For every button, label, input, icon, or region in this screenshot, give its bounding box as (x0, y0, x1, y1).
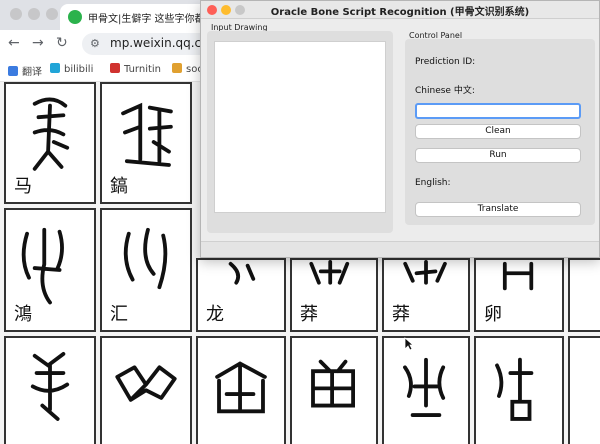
chinese-label: Chinese 中文: (415, 86, 475, 96)
oracle-glyph-image (115, 365, 177, 402)
mouse-pointer-icon (404, 337, 414, 351)
glyph-cell (474, 336, 564, 444)
glyph-cell (100, 336, 192, 444)
turnitin-icon (110, 63, 120, 73)
glyph-cell: 鴻 (4, 208, 96, 332)
glyph-cell: 莽 (290, 258, 378, 332)
oracle-glyph-image (311, 359, 356, 408)
translate-icon (8, 66, 18, 76)
glyph-cell (196, 336, 286, 444)
browser-tab[interactable]: 甲骨文|生僻字 这些字你都认识 (60, 4, 225, 30)
oracle-glyph-image (215, 361, 267, 414)
translate-button[interactable]: Translate (415, 202, 581, 217)
browser-zoom-light[interactable] (46, 8, 58, 20)
run-button[interactable]: Run (415, 148, 581, 163)
bookmark-label: 翻译 (22, 67, 42, 78)
glyph-cell (290, 336, 378, 444)
app-status-bar (201, 241, 599, 257)
wechat-icon (68, 10, 82, 24)
oracle-glyph-image (495, 357, 534, 421)
reload-icon[interactable]: ↻ (56, 35, 68, 51)
glyph-caption: 卵 (484, 304, 502, 325)
prediction-id-label: Prediction ID: (415, 57, 476, 67)
site-settings-icon[interactable]: ⚙ (90, 37, 100, 50)
glyph-caption: 龙 (206, 304, 224, 325)
control-panel-group: Prediction ID: Chinese 中文: Clean Run Eng… (405, 39, 595, 225)
browser-minimize-light[interactable] (28, 8, 40, 20)
app-title: Oracle Bone Script Recognition (甲骨文识别系统) (270, 7, 530, 18)
bookmark-label: bilibili (64, 64, 94, 75)
oracle-glyph-image (403, 357, 446, 418)
chinese-input[interactable] (415, 103, 581, 119)
glyph-cell: 龙 (196, 258, 286, 332)
glyph-caption: 汇 (110, 304, 128, 325)
socrative-icon (172, 63, 182, 73)
english-label: English: (415, 178, 451, 188)
browser-close-light[interactable] (10, 8, 22, 20)
glyph-cell: 卵 (474, 258, 564, 332)
oracle-glyph-image (30, 352, 70, 421)
glyph-cell (4, 336, 96, 444)
glyph-cell (568, 258, 600, 332)
bookmark-turnitin[interactable]: Turnitin (110, 63, 161, 75)
back-arrow-icon[interactable]: ← (8, 35, 20, 51)
clean-button[interactable]: Clean (415, 124, 581, 139)
glyph-cell: 鎬 (100, 82, 192, 204)
glyph-caption: 莽 (392, 304, 410, 325)
glyph-cell (568, 336, 600, 444)
glyph-caption: 鎬 (110, 176, 128, 197)
bookmark-bilibili[interactable]: bilibili (50, 63, 93, 75)
glyph-cell: 汇 (100, 208, 192, 332)
glyph-caption: 马 (14, 176, 32, 197)
ocr-app-window: Oracle Bone Script Recognition (甲骨文识别系统)… (200, 0, 600, 258)
app-titlebar[interactable]: Oracle Bone Script Recognition (甲骨文识别系统) (201, 1, 599, 19)
glyph-cell (382, 336, 470, 444)
glyph-cell: 马 (4, 82, 96, 204)
bookmark-fanyi[interactable]: 翻译 (8, 63, 42, 78)
glyph-caption: 莽 (300, 304, 318, 325)
drawing-canvas[interactable] (214, 41, 386, 213)
glyph-cell: 莽 (382, 258, 470, 332)
bookmark-label: Turnitin (124, 64, 162, 75)
input-drawing-group (207, 31, 393, 233)
glyph-caption: 鴻 (14, 304, 32, 325)
bilibili-icon (50, 63, 60, 73)
forward-arrow-icon[interactable]: → (32, 35, 44, 51)
